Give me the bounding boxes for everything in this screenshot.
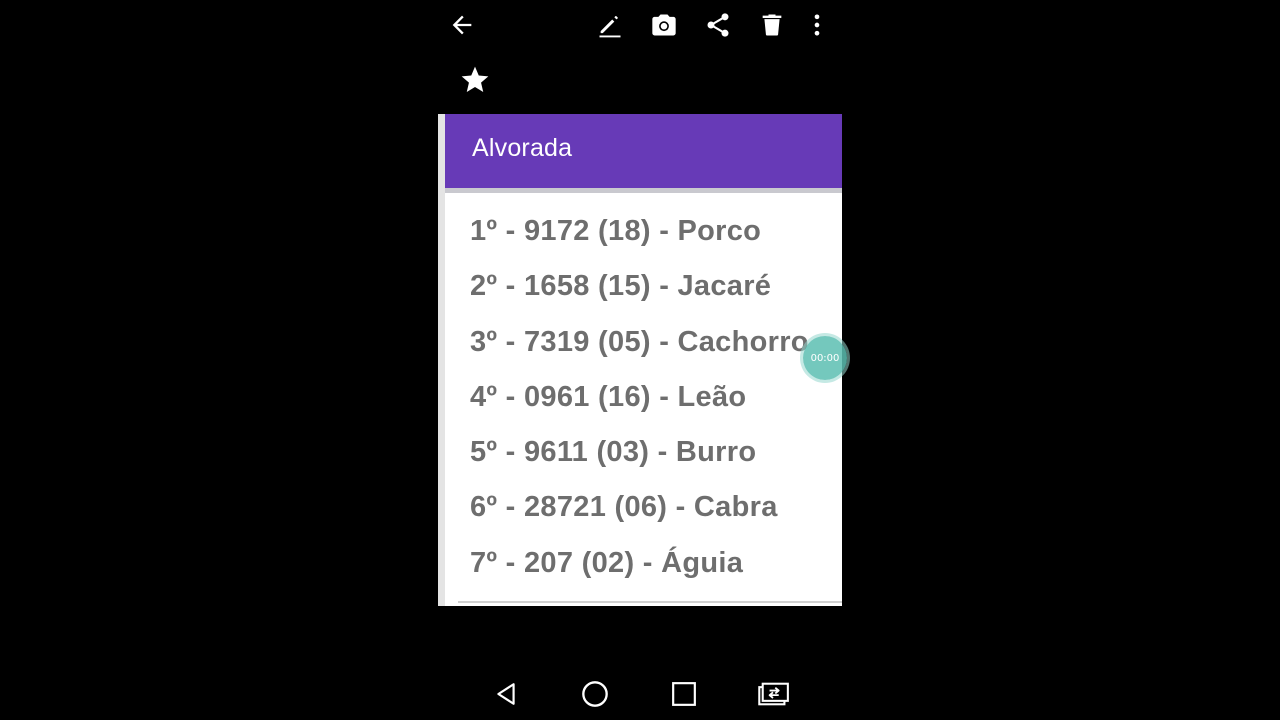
nav-home-button[interactable] (575, 674, 615, 714)
gallery-viewer-screen: Alvorada 1º - 9172 (18) - Porco 2º - 165… (0, 0, 1280, 720)
pencil-icon (599, 15, 621, 38)
recorder-timer: 00:00 (810, 352, 840, 364)
result-row-7: 7º - 207 (02) - Águia (470, 546, 744, 579)
more-vert-icon (814, 14, 820, 36)
result-row-2: 2º - 1658 (15) - Jacaré (470, 270, 772, 303)
card-title: Alvorada (472, 134, 573, 162)
result-row-1: 1º - 9172 (18) - Porco (470, 215, 762, 247)
result-row-5: 5º - 9611 (03) - Burro (470, 436, 757, 469)
delete-button[interactable] (756, 9, 788, 41)
screen-rotate-icon (758, 682, 789, 706)
camera-button[interactable] (648, 9, 680, 41)
results-list: 1º - 9172 (18) - Porco 2º - 1658 (15) - … (470, 210, 809, 597)
square-recents-icon (672, 682, 696, 706)
result-row-4: 4º - 0961 (16) - Leão (470, 380, 747, 413)
trash-icon (762, 14, 782, 36)
circle-home-icon (582, 681, 608, 707)
more-options-button[interactable] (801, 9, 833, 41)
screenshot-image[interactable]: Alvorada 1º - 9172 (18) - Porco 2º - 165… (438, 114, 842, 606)
share-button[interactable] (702, 9, 734, 41)
nav-recents-button[interactable] (664, 674, 704, 714)
camera-icon (652, 14, 676, 36)
card-header: Alvorada (445, 114, 842, 188)
card-bottom-divider (458, 601, 842, 603)
triangle-back-icon (497, 683, 515, 705)
back-button[interactable] (446, 9, 478, 41)
result-row-6: 6º - 28721 (06) - Cabra (470, 491, 778, 524)
nav-rotate-button[interactable] (753, 674, 793, 714)
star-icon (461, 66, 489, 92)
arrow-left-icon (452, 15, 472, 35)
edit-button[interactable] (594, 9, 626, 41)
favorite-button[interactable] (459, 64, 491, 96)
screen-recorder-bubble[interactable]: 00:00 (803, 336, 847, 380)
result-row-3: 3º - 7319 (05) - Cachorro (470, 325, 809, 358)
nav-back-button[interactable] (486, 674, 526, 714)
card-left-edge (438, 114, 445, 606)
card-header-shadow (445, 188, 842, 193)
share-icon (707, 13, 729, 37)
